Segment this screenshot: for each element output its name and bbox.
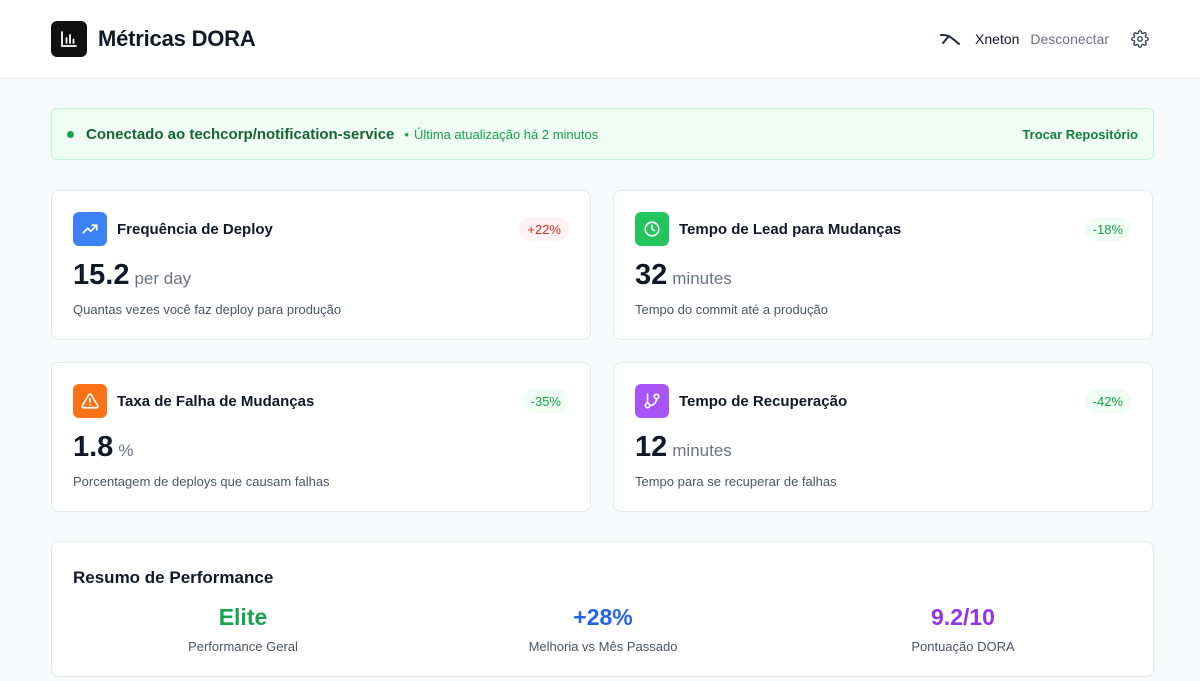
clock-icon [635, 212, 669, 246]
user-avatar-icon [939, 31, 961, 47]
metric-card-change-failure-rate: Taxa de Falha de Mudanças -35% 1.8 % Por… [51, 362, 591, 512]
stat-value: Elite [218, 604, 268, 630]
metric-value: 32 [635, 259, 668, 291]
performance-summary: Resumo de Performance Elite Performance … [51, 541, 1154, 677]
metric-title: Tempo de Recuperação [679, 393, 848, 410]
stat-label: Melhoria vs Mês Passado [528, 639, 678, 654]
metric-value: 1.8 [73, 431, 114, 463]
metric-title: Taxa de Falha de Mudanças [117, 393, 315, 410]
metric-unit: per day [134, 269, 192, 288]
stat-value: 9.2/10 [931, 604, 995, 630]
change-badge: -42% [1084, 389, 1131, 413]
metric-unit: minutes [672, 441, 732, 460]
metric-description: Tempo para se recuperar de falhas [635, 474, 837, 489]
switch-repository-button[interactable]: Trocar Repositório [1022, 127, 1138, 142]
metric-unit: % [118, 441, 134, 460]
logout-link[interactable]: Desconectar [1030, 31, 1109, 47]
stat-label: Performance Geral [188, 639, 298, 654]
summary-stat-overall: Elite Performance Geral [73, 604, 413, 654]
metric-value: 12 [635, 431, 668, 463]
git-branch-icon [635, 384, 669, 418]
connection-status: Conectado ao techcorp/notification-servi… [86, 125, 395, 143]
change-badge: +22% [519, 217, 569, 241]
metric-title: Frequência de Deploy [117, 221, 273, 238]
metric-title: Tempo de Lead para Mudanças [679, 221, 902, 238]
metric-description: Porcentagem de deploys que causam falhas [73, 474, 330, 489]
bar-chart-icon [51, 21, 87, 57]
metric-value: 15.2 [73, 259, 130, 291]
metric-card-deploy-frequency: Frequência de Deploy +22% 15.2 per day Q… [51, 190, 591, 340]
user-area: Xneton Desconectar [939, 28, 1149, 50]
header: Métricas DORA Xneton Desconectar [0, 0, 1200, 79]
summary-stat-improvement: +28% Melhoria vs Mês Passado [433, 604, 773, 654]
status-dot [67, 130, 74, 138]
stat-label: Pontuação DORA [911, 639, 1015, 654]
metric-unit: minutes [672, 269, 732, 288]
settings-gear-icon[interactable] [1131, 30, 1149, 48]
change-badge: -35% [522, 389, 569, 413]
change-badge: -18% [1084, 217, 1131, 241]
warning-icon [73, 384, 107, 418]
stat-value: +28% [573, 604, 633, 630]
connection-banner: Conectado ao techcorp/notification-servi… [51, 108, 1154, 160]
summary-title: Resumo de Performance [73, 568, 274, 587]
metric-description: Quantas vezes você faz deploy para produ… [73, 302, 342, 317]
trending-up-icon [73, 212, 107, 246]
last-updated: Última atualização há 2 minutos [404, 127, 598, 142]
metric-description: Tempo do commit até a produção [635, 302, 828, 317]
user-name: Xneton [975, 31, 1020, 47]
metric-card-lead-time: Tempo de Lead para Mudanças -18% 32 minu… [613, 190, 1153, 340]
metric-card-recovery-time: Tempo de Recuperação -42% 12 minutes Tem… [613, 362, 1153, 512]
app-title: Métricas DORA [98, 26, 256, 51]
summary-stat-dora-score: 9.2/10 Pontuação DORA [793, 604, 1133, 654]
